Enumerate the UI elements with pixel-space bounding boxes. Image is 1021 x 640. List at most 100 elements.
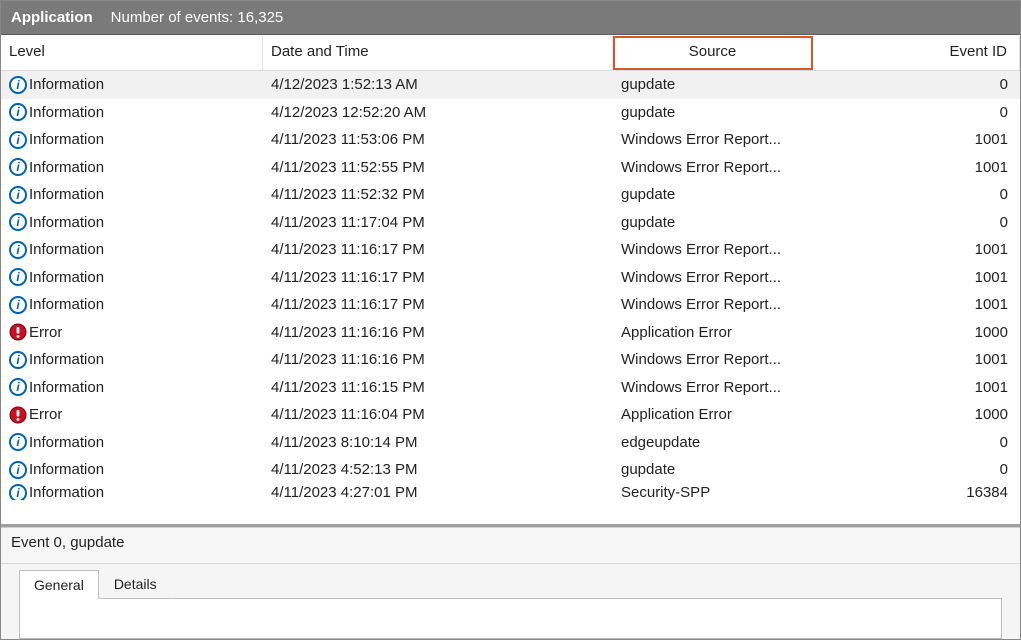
cell-source: Windows Error Report...	[613, 351, 813, 368]
cell-level: iInformation	[1, 351, 263, 369]
detail-title: Event 0, gupdate	[1, 528, 1020, 564]
cell-event-id: 1000	[813, 406, 1020, 423]
cell-source: Application Error	[613, 324, 813, 341]
table-row[interactable]: iInformation4/11/2023 11:16:17 PMWindows…	[1, 291, 1020, 319]
table-row[interactable]: iInformation4/11/2023 11:16:17 PMWindows…	[1, 236, 1020, 264]
cell-datetime: 4/11/2023 11:16:15 PM	[263, 379, 613, 396]
table-row[interactable]: iInformation4/11/2023 11:52:55 PMWindows…	[1, 154, 1020, 182]
cell-event-id: 0	[813, 104, 1020, 121]
table-row[interactable]: Error 4/11/2023 11:16:16 PMApplication Er…	[1, 319, 1020, 347]
column-header-datetime[interactable]: Date and Time	[263, 36, 613, 70]
info-icon: i	[9, 484, 27, 500]
cell-source: gupdate	[613, 214, 813, 231]
table-row[interactable]: iInformation4/11/2023 11:53:06 PMWindows…	[1, 126, 1020, 154]
cell-source: gupdate	[613, 104, 813, 121]
table-row[interactable]: iInformation4/11/2023 11:16:15 PMWindows…	[1, 374, 1020, 402]
cell-datetime: 4/11/2023 11:53:06 PM	[263, 131, 613, 148]
level-text: Information	[29, 214, 104, 231]
info-icon: i	[9, 213, 27, 231]
log-name: Application	[11, 9, 93, 26]
info-icon: i	[9, 186, 27, 204]
cell-level: iInformation	[1, 461, 263, 479]
cell-level: iInformation	[1, 241, 263, 259]
cell-level: iInformation	[1, 131, 263, 149]
cell-datetime: 4/12/2023 12:52:20 AM	[263, 104, 613, 121]
cell-datetime: 4/11/2023 11:16:17 PM	[263, 269, 613, 286]
table-row[interactable]: iInformation4/11/2023 4:52:13 PMgupdate0	[1, 456, 1020, 484]
cell-source: Windows Error Report...	[613, 296, 813, 313]
level-text: Information	[29, 269, 104, 286]
table-row[interactable]: iInformation4/11/2023 11:16:17 PMWindows…	[1, 264, 1020, 292]
cell-event-id: 1001	[813, 159, 1020, 176]
table-row[interactable]: iInformation4/12/2023 1:52:13 AMgupdate0	[1, 71, 1020, 99]
table-row[interactable]: iInformation4/11/2023 11:52:32 PMgupdate…	[1, 181, 1020, 209]
level-text: Information	[29, 296, 104, 313]
cell-source: Windows Error Report...	[613, 241, 813, 258]
level-text: Information	[29, 434, 104, 451]
cell-datetime: 4/12/2023 1:52:13 AM	[263, 76, 613, 93]
cell-event-id: 1001	[813, 296, 1020, 313]
column-headers: Level Date and Time Source Event ID	[1, 35, 1020, 71]
info-icon: i	[9, 103, 27, 121]
info-icon: i	[9, 351, 27, 369]
column-header-level[interactable]: Level	[1, 36, 263, 70]
table-row[interactable]: iInformation4/11/2023 11:16:16 PMWindows…	[1, 346, 1020, 374]
event-list[interactable]: iInformation4/12/2023 1:52:13 AMgupdate0…	[1, 71, 1020, 527]
table-row[interactable]: Error4/11/2023 11:16:04 PMApplication Er…	[1, 401, 1020, 429]
cell-level: iInformation	[1, 213, 263, 231]
cell-datetime: 4/11/2023 11:16:16 PM	[263, 351, 613, 368]
cell-datetime: 4/11/2023 11:17:04 PM	[263, 214, 613, 231]
cell-event-id: 16384	[813, 484, 1020, 500]
cell-source: gupdate	[613, 461, 813, 478]
cell-level: Error	[1, 323, 263, 341]
cell-datetime: 4/11/2023 11:16:16 PM	[263, 324, 613, 341]
cell-source: Application Error	[613, 406, 813, 423]
cell-level: iInformation	[1, 158, 263, 176]
table-row[interactable]: iInformation 4/12/2023 12:52:20 AMgupdate…	[1, 99, 1020, 127]
info-icon: i	[9, 241, 27, 259]
cell-event-id: 1001	[813, 241, 1020, 258]
cell-source: Windows Error Report...	[613, 131, 813, 148]
info-icon: i	[9, 158, 27, 176]
error-icon	[9, 406, 27, 424]
cell-source: gupdate	[613, 76, 813, 93]
info-icon: i	[9, 433, 27, 451]
tab-general[interactable]: General	[19, 570, 99, 599]
detail-pane: Event 0, gupdate General Details	[1, 527, 1020, 639]
cell-event-id: 0	[813, 214, 1020, 231]
tab-details[interactable]: Details	[99, 569, 172, 599]
table-row[interactable]: iInformation4/11/2023 4:27:01 PMSecurity…	[1, 484, 1020, 500]
cell-level: iInformation	[1, 484, 263, 500]
cell-level: iInformation	[1, 378, 263, 396]
cell-event-id: 0	[813, 461, 1020, 478]
cell-datetime: 4/11/2023 11:16:17 PM	[263, 241, 613, 258]
table-row[interactable]: iInformation4/11/2023 11:17:04 PMgupdate…	[1, 209, 1020, 237]
level-text: Information	[29, 351, 104, 368]
cell-event-id: 1001	[813, 351, 1020, 368]
info-icon: i	[9, 461, 27, 479]
level-text: Error	[29, 324, 62, 341]
level-text: Information	[29, 186, 104, 203]
info-icon: i	[9, 268, 27, 286]
detail-tabs: General Details	[1, 564, 1020, 598]
cell-event-id: 1001	[813, 131, 1020, 148]
cell-source: Windows Error Report...	[613, 379, 813, 396]
column-header-source[interactable]: Source	[613, 36, 813, 70]
cell-level: iInformation	[1, 186, 263, 204]
level-text: Information	[29, 104, 104, 121]
cell-datetime: 4/11/2023 11:52:32 PM	[263, 186, 613, 203]
cell-event-id: 1001	[813, 269, 1020, 286]
column-header-event-id[interactable]: Event ID	[813, 36, 1020, 70]
level-text: Error	[29, 406, 62, 423]
table-row[interactable]: iInformation4/11/2023 8:10:14 PMedgeupda…	[1, 429, 1020, 457]
info-icon: i	[9, 378, 27, 396]
cell-datetime: 4/11/2023 4:27:01 PM	[263, 484, 613, 500]
info-icon: i	[9, 76, 27, 94]
tab-body	[19, 598, 1002, 639]
cell-datetime: 4/11/2023 11:52:55 PM	[263, 159, 613, 176]
level-text: Information	[29, 484, 104, 500]
cell-datetime: 4/11/2023 4:52:13 PM	[263, 461, 613, 478]
level-text: Information	[29, 241, 104, 258]
cell-event-id: 1000	[813, 324, 1020, 341]
cell-level: Error	[1, 406, 263, 424]
